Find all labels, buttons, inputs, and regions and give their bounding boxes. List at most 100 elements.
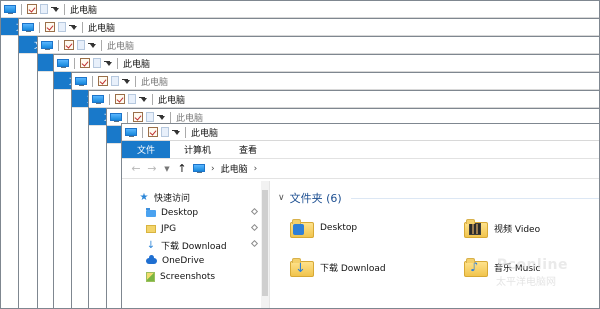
toolbar-separator <box>58 39 59 51</box>
window-title-bar[interactable]: 此电脑 <box>1 1 599 18</box>
properties-check-icon[interactable] <box>115 94 125 104</box>
tab-view[interactable]: 查看 <box>225 141 271 158</box>
path-separator[interactable]: › <box>254 164 258 174</box>
chevron-down-icon[interactable] <box>141 98 147 102</box>
properties-check-icon[interactable] <box>148 127 158 137</box>
window-title-bar[interactable]: 此电脑 <box>54 55 599 72</box>
new-folder-icon[interactable] <box>77 40 85 50</box>
properties-check-icon[interactable] <box>64 40 74 50</box>
properties-check-icon[interactable] <box>133 112 143 122</box>
folder-label: 视频 Video <box>494 224 541 235</box>
new-folder-icon[interactable] <box>40 4 48 14</box>
folder-video[interactable]: 视频 Video <box>464 217 540 239</box>
window-title-bar[interactable]: 此电脑 <box>122 124 599 141</box>
scrollbar-thumb[interactable] <box>262 190 268 296</box>
window-title: 此电脑 <box>123 59 151 70</box>
this-pc-icon <box>110 112 122 122</box>
window-title-bar[interactable]: 此电脑 <box>89 91 599 108</box>
star-icon: ★ <box>139 191 149 203</box>
desktop-overlay-icon <box>293 224 304 235</box>
this-pc-icon <box>92 94 104 104</box>
this-pc-icon <box>193 164 205 173</box>
properties-check-icon[interactable] <box>80 58 90 68</box>
pin-icon[interactable] <box>250 239 259 248</box>
active-explorer-window[interactable]: 此电脑 文件 计算机 查看 ← → ▼ ↑ › 此电脑 › ★ 快速访问 Des… <box>121 123 600 309</box>
new-folder-icon[interactable] <box>146 112 154 122</box>
chevron-down-icon[interactable] <box>106 62 112 66</box>
sidebar-item-onedrive[interactable]: OneDrive <box>122 253 269 269</box>
properties-check-icon[interactable] <box>27 4 37 14</box>
sidebar-item-label: Desktop <box>161 208 199 218</box>
this-pc-icon <box>75 76 87 86</box>
section-divider <box>350 197 599 199</box>
toolbar-separator <box>135 75 136 87</box>
desktop-folder-icon <box>146 207 156 217</box>
tab-computer[interactable]: 计算机 <box>170 141 225 158</box>
path-separator[interactable]: › <box>211 164 215 174</box>
sidebar-item-label: 下载 Download <box>161 241 227 252</box>
chevron-down-icon[interactable] <box>159 116 165 120</box>
sidebar-item-desktop[interactable]: Desktop <box>122 205 269 221</box>
toolbar-separator <box>92 75 93 87</box>
film-icon <box>469 223 481 235</box>
window-title: 此电脑 <box>70 5 98 16</box>
new-folder-icon[interactable] <box>93 58 101 68</box>
explorer-content: ★ 快速访问 Desktop JPG ↓ 下载 Download OneDriv… <box>122 181 599 308</box>
quick-access-label: 快速访问 <box>154 193 191 204</box>
chevron-down-icon[interactable] <box>53 8 59 12</box>
sidebar-item-label: JPG <box>161 224 177 234</box>
chevron-down-icon[interactable] <box>124 80 130 84</box>
recent-locations-dropdown[interactable]: ▼ <box>163 165 171 173</box>
sidebar-item-screenshots[interactable]: Screenshots <box>122 269 269 285</box>
toolbar-separator <box>127 111 128 123</box>
toolbar-separator <box>101 39 102 51</box>
new-folder-icon[interactable] <box>161 127 169 137</box>
folder-view[interactable]: ∨ 文件夹 (6) Desktop 视频 Video ↓ 下载 Download… <box>270 181 599 308</box>
address-bar[interactable]: ← → ▼ ↑ › 此电脑 › <box>122 159 599 179</box>
breadcrumb-this-pc[interactable]: 此电脑 <box>221 162 248 175</box>
quick-access-heading[interactable]: ★ 快速访问 <box>122 189 269 205</box>
toolbar-separator <box>82 21 83 33</box>
up-button[interactable]: ↑ <box>177 162 187 175</box>
toolbar-separator <box>21 3 22 15</box>
folder-download[interactable]: ↓ 下载 Download <box>290 256 386 278</box>
new-folder-icon[interactable] <box>128 94 136 104</box>
window-title-bar[interactable]: 此电脑 <box>19 19 599 36</box>
toolbar-separator <box>109 93 110 105</box>
sidebar-item-label: OneDrive <box>162 256 205 266</box>
this-pc-icon <box>57 58 69 68</box>
folder-label: Desktop <box>320 223 358 233</box>
folder-desktop[interactable]: Desktop <box>290 217 357 239</box>
toolbar-separator <box>39 21 40 33</box>
properties-check-icon[interactable] <box>98 76 108 86</box>
sidebar-item-jpg[interactable]: JPG <box>122 221 269 237</box>
folders-section-header[interactable]: ∨ 文件夹 (6) <box>278 189 599 207</box>
tab-file[interactable]: 文件 <box>122 141 170 158</box>
new-folder-icon[interactable] <box>58 22 66 32</box>
window-title: 此电脑 <box>176 113 204 124</box>
window-title-bar[interactable]: 此电脑 <box>72 73 599 90</box>
window-title: 此电脑 <box>158 95 186 106</box>
window-title: 此电脑 <box>141 77 169 88</box>
chevron-down-icon[interactable] <box>90 44 96 48</box>
pin-icon[interactable] <box>250 207 259 216</box>
pconline-watermark: Pconline <box>496 257 568 273</box>
back-button[interactable]: ← <box>131 162 141 175</box>
window-title-bar[interactable]: 此电脑 <box>38 37 599 54</box>
chevron-down-icon[interactable]: ∨ <box>278 193 285 203</box>
new-folder-icon[interactable] <box>111 76 119 86</box>
chevron-down-icon[interactable] <box>71 26 77 30</box>
folders-section-title: 文件夹 (6) <box>289 192 342 205</box>
properties-check-icon[interactable] <box>45 22 55 32</box>
download-folder-icon: ↓ <box>290 256 314 278</box>
sidebar-item-label: Screenshots <box>160 272 216 282</box>
folder-icon <box>146 225 156 233</box>
stacked-file-explorer-screenshot: 此电脑 文件 此电脑 文件 此电脑 <box>0 0 600 309</box>
forward-button[interactable]: → <box>147 162 157 175</box>
pin-icon[interactable] <box>250 223 259 232</box>
navigation-scrollbar[interactable] <box>261 181 269 308</box>
sidebar-item-download[interactable]: ↓ 下载 Download <box>122 237 269 253</box>
screenshots-icon <box>146 272 155 282</box>
chevron-down-icon[interactable] <box>174 131 180 135</box>
navigation-pane[interactable]: ★ 快速访问 Desktop JPG ↓ 下载 Download OneDriv… <box>122 181 270 308</box>
